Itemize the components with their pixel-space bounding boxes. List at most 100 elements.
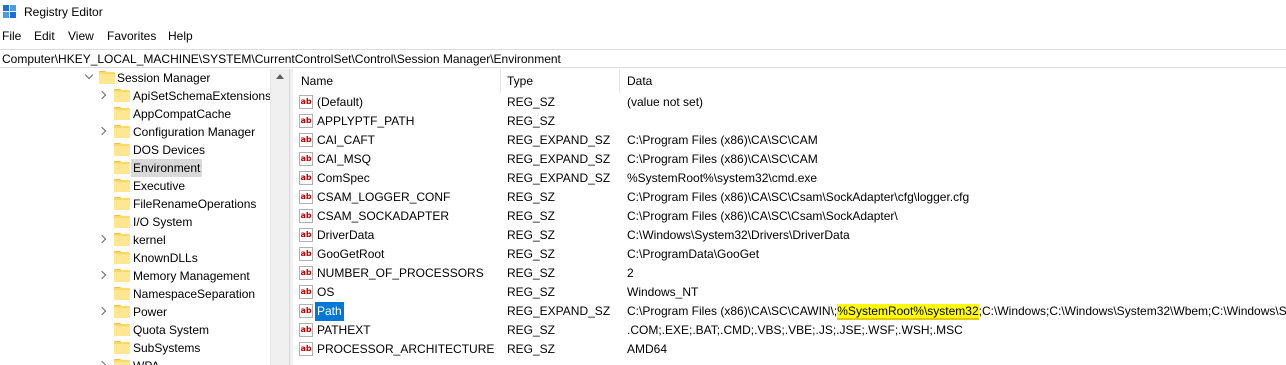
tree-item[interactable]: NamespaceSeparation: [0, 285, 270, 303]
tree-item[interactable]: AppCompatCache: [0, 105, 270, 123]
menu-favorites[interactable]: Favorites: [107, 27, 156, 45]
value-data-suffix: ;C:\Windows;C:\Windows\System32\Wbem;C:\…: [978, 304, 1286, 318]
string-value-icon: ab: [299, 285, 313, 299]
tree-item[interactable]: KnownDLLs: [0, 249, 270, 267]
value-data: C:\Windows\System32\Drivers\DriverData: [627, 228, 850, 242]
tree-item-label: kernel: [133, 233, 166, 247]
value-row[interactable]: ab (Default) REG_SZ (value not set): [293, 93, 1286, 112]
tree-item[interactable]: Environment: [0, 159, 270, 177]
folder-icon: [114, 287, 130, 300]
column-separator[interactable]: [619, 69, 620, 93]
tree-item-session-manager[interactable]: Session Manager: [0, 69, 270, 87]
value-type: REG_SZ: [507, 323, 556, 337]
column-header-type[interactable]: Type: [507, 69, 533, 93]
tree-item[interactable]: I/O System: [0, 213, 270, 231]
tree-item[interactable]: DOS Devices: [0, 141, 270, 159]
menu-help[interactable]: Help: [168, 27, 193, 45]
tree-item-label: I/O System: [133, 215, 193, 229]
tree-item-label: NamespaceSeparation: [133, 287, 256, 301]
value-row[interactable]: ab APPLYPTF_PATH REG_SZ: [293, 112, 1286, 131]
menu-file[interactable]: File: [2, 27, 21, 45]
tree-item[interactable]: FileRenameOperations: [0, 195, 270, 213]
tree-item-label: FileRenameOperations: [133, 197, 257, 211]
value-row[interactable]: ab DriverData REG_SZ C:\Windows\System32\Dr…: [293, 226, 1286, 245]
value-row[interactable]: ab OS REG_SZ Windows_NT: [293, 283, 1286, 302]
folder-icon: [114, 233, 130, 246]
value-name: APPLYPTF_PATH: [317, 114, 415, 128]
values-list-pane[interactable]: Name Type Data ab (Default) REG_SZ (value n…: [293, 69, 1286, 365]
tree-item-label: KnownDLLs: [133, 251, 198, 265]
value-data: 2: [627, 266, 634, 280]
tree-item[interactable]: Configuration Manager: [0, 123, 270, 141]
address-bar[interactable]: Computer\HKEY_LOCAL_MACHINE\SYSTEM\Curre…: [0, 49, 1286, 68]
scroll-up-arrow-icon[interactable]: [276, 74, 284, 79]
value-name: Path: [315, 302, 344, 321]
title-bar: Registry Editor: [0, 0, 1286, 25]
value-type: REG_SZ: [507, 247, 556, 261]
value-row[interactable]: ab GooGetRoot REG_SZ C:\ProgramData\GooGet: [293, 245, 1286, 264]
chevron-right-icon[interactable]: [97, 234, 107, 244]
string-value-icon: ab: [299, 266, 313, 280]
string-value-icon: ab: [299, 152, 313, 166]
value-data: C:\Program Files (x86)\CA\SC\CAM: [627, 152, 818, 166]
value-row[interactable]: ab ComSpec REG_EXPAND_SZ %SystemRoot%\syste…: [293, 169, 1286, 188]
column-separator[interactable]: [500, 69, 501, 93]
chevron-right-icon[interactable]: [97, 306, 107, 316]
value-row[interactable]: ab CAI_MSQ REG_EXPAND_SZ C:\Program Files (…: [293, 150, 1286, 169]
value-data: C:\Program Files (x86)\CA\SC\CAWIN\;%Sys…: [627, 302, 1286, 321]
chevron-right-icon[interactable]: [97, 270, 107, 280]
value-row[interactable]: ab PROCESSOR_ARCHITECTURE REG_SZ AMD64: [293, 340, 1286, 359]
value-type: REG_SZ: [507, 114, 556, 128]
tree-item[interactable]: Power: [0, 303, 270, 321]
column-header-data[interactable]: Data: [627, 69, 652, 93]
value-name: ComSpec: [317, 171, 370, 185]
tree-item-label: Power: [133, 305, 168, 319]
string-value-icon: ab: [299, 209, 313, 223]
tree-item[interactable]: kernel: [0, 231, 270, 249]
value-row[interactable]: ab Path REG_EXPAND_SZ C:\Program Files (x86…: [293, 302, 1286, 321]
value-type: REG_SZ: [507, 228, 556, 242]
tree-item-label: Session Manager: [117, 71, 211, 85]
folder-icon: [114, 125, 130, 138]
tree-item[interactable]: SubSystems: [0, 339, 270, 357]
string-value-icon: ab: [299, 95, 313, 109]
value-type: REG_SZ: [507, 190, 556, 204]
tree-item-label: AppCompatCache: [133, 107, 232, 121]
tree-scrollbar[interactable]: [270, 69, 289, 365]
window-title: Registry Editor: [24, 5, 103, 19]
chevron-down-icon[interactable]: [84, 70, 94, 80]
value-row[interactable]: ab CSAM_SOCKADAPTER REG_SZ C:\Program Files…: [293, 207, 1286, 226]
tree-item-label: Environment: [131, 159, 203, 177]
tree-item[interactable]: ApiSetSchemaExtensions: [0, 87, 271, 105]
value-row[interactable]: ab CAI_CAFT REG_EXPAND_SZ C:\Program Files …: [293, 131, 1286, 150]
string-value-icon: ab: [299, 171, 313, 185]
menu-edit[interactable]: Edit: [34, 27, 55, 45]
chevron-right-icon[interactable]: [97, 360, 107, 365]
value-row[interactable]: ab CSAM_LOGGER_CONF REG_SZ C:\Program Files…: [293, 188, 1286, 207]
tree-item[interactable]: WPA: [0, 357, 270, 365]
value-type: REG_SZ: [507, 285, 556, 299]
chevron-right-icon[interactable]: [97, 90, 107, 100]
column-header-name[interactable]: Name: [301, 69, 333, 93]
tree-item[interactable]: Executive: [0, 177, 270, 195]
tree-item[interactable]: Memory Management: [0, 267, 270, 285]
address-path[interactable]: Computer\HKEY_LOCAL_MACHINE\SYSTEM\Curre…: [2, 51, 561, 67]
string-value-icon: ab: [299, 323, 313, 337]
key-tree-pane[interactable]: Session Manager ApiSetSchemaExtensions Ap…: [0, 69, 289, 365]
value-row[interactable]: ab NUMBER_OF_PROCESSORS REG_SZ 2: [293, 264, 1286, 283]
tree-item-label: Memory Management: [133, 269, 250, 283]
value-row[interactable]: ab PATHEXT REG_SZ .COM;.EXE;.BAT;.CMD;.VBS;…: [293, 321, 1286, 340]
value-name: CSAM_SOCKADAPTER: [317, 209, 450, 223]
folder-icon: [114, 143, 130, 156]
value-name: CSAM_LOGGER_CONF: [317, 190, 451, 204]
value-type: REG_SZ: [507, 342, 556, 356]
chevron-right-icon[interactable]: [97, 126, 107, 136]
folder-icon: [114, 161, 130, 174]
tree-item[interactable]: Quota System: [0, 321, 270, 339]
value-data-highlight: %SystemRoot%\system32: [837, 304, 979, 320]
value-type: REG_SZ: [507, 209, 556, 223]
value-name: PROCESSOR_ARCHITECTURE: [317, 342, 495, 356]
menu-view[interactable]: View: [68, 27, 94, 45]
folder-icon: [114, 215, 130, 228]
tree-item-label: Executive: [133, 179, 186, 193]
